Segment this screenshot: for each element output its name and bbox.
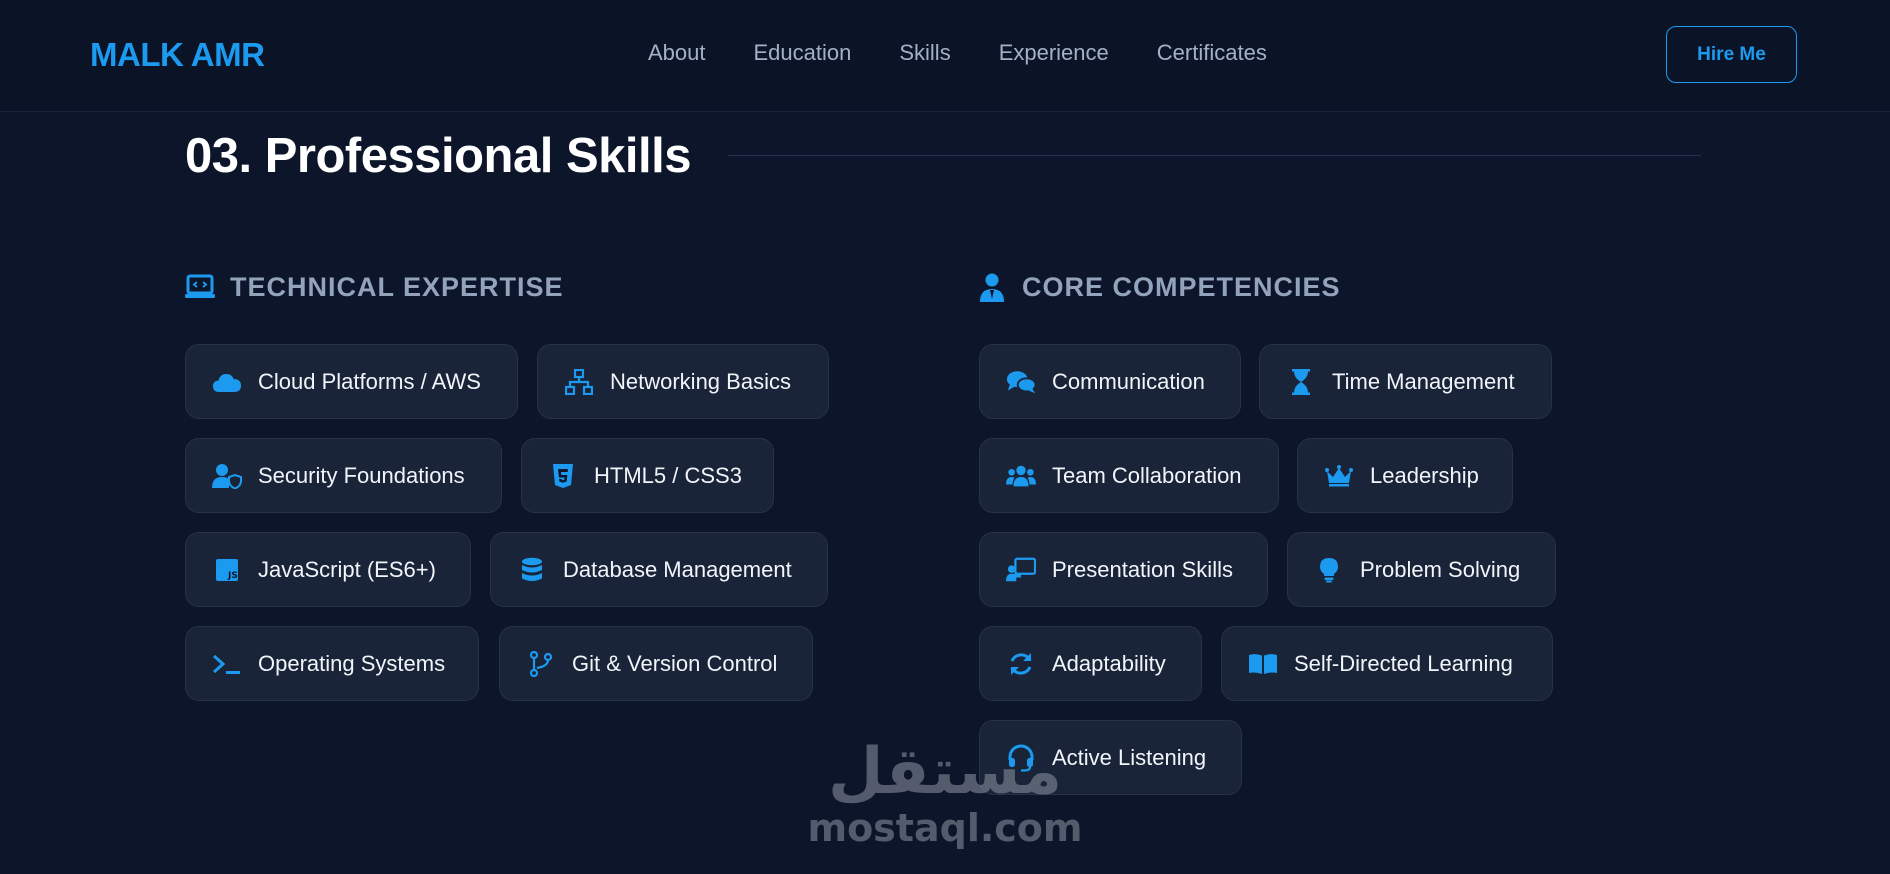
skill-javascript[interactable]: JS JavaScript (ES6+) [185, 532, 471, 607]
lightbulb-icon [1314, 555, 1344, 585]
laptop-code-icon [184, 271, 216, 303]
watermark-latin: mostaql.com [807, 806, 1083, 850]
hourglass-icon [1286, 367, 1316, 397]
js-icon: JS [212, 555, 242, 585]
git-branch-icon [526, 649, 556, 679]
skill-label: Networking Basics [610, 368, 791, 394]
skill-html5-css3[interactable]: HTML5 / CSS3 [521, 438, 774, 513]
sync-icon [1006, 649, 1036, 679]
core-header-label: CORE COMPETENCIES [1022, 271, 1341, 302]
nav-link-about[interactable]: About [648, 40, 706, 66]
html5-icon [548, 461, 578, 491]
nav-link-experience[interactable]: Experience [999, 40, 1109, 66]
skill-leadership[interactable]: Leadership [1297, 438, 1513, 513]
section-title: 03. Professional Skills [185, 129, 691, 183]
network-icon [564, 367, 594, 397]
skill-label: Problem Solving [1360, 556, 1521, 582]
skill-self-directed-learning[interactable]: Self-Directed Learning [1221, 626, 1553, 701]
skill-label: HTML5 / CSS3 [594, 462, 742, 488]
users-icon [1006, 461, 1036, 491]
hire-me-button[interactable]: Hire Me [1666, 26, 1797, 83]
technical-header: TECHNICAL EXPERTISE [184, 270, 564, 304]
skill-git-version-control[interactable]: Git & Version Control [499, 626, 813, 701]
cloud-icon [212, 367, 242, 397]
skill-label: Security Foundations [258, 462, 465, 488]
svg-text:JS: JS [227, 571, 238, 581]
skill-team-collaboration[interactable]: Team Collaboration [979, 438, 1279, 513]
skill-label: Time Management [1332, 368, 1515, 394]
mostaql-watermark: مستقل mostaql.com [807, 735, 1082, 860]
nav-link-skills[interactable]: Skills [899, 40, 950, 66]
skill-communication[interactable]: Communication [979, 344, 1241, 419]
book-open-icon [1248, 649, 1278, 679]
watermark-arabic: مستقل [827, 735, 1063, 809]
presentation-icon [1006, 555, 1036, 585]
logo[interactable]: MALK AMR [90, 36, 265, 74]
skill-label: Operating Systems [258, 650, 446, 676]
skill-time-management[interactable]: Time Management [1259, 344, 1552, 419]
skill-label: Database Management [563, 556, 792, 582]
skill-label: Communication [1052, 368, 1205, 394]
comments-icon [1006, 367, 1036, 397]
nav-link-education[interactable]: Education [754, 40, 852, 66]
skill-security-foundations[interactable]: Security Foundations [185, 438, 502, 513]
skill-label: Active Listening [1052, 744, 1207, 770]
technical-header-label: TECHNICAL EXPERTISE [230, 271, 564, 302]
skill-label: JavaScript (ES6+) [258, 556, 436, 582]
skill-label: Team Collaboration [1052, 462, 1242, 488]
skill-label: Cloud Platforms / AWS [258, 368, 481, 394]
skill-label: Presentation Skills [1052, 556, 1233, 582]
navbar: MALK AMR About Education Skills Experien… [0, 0, 1890, 112]
skill-operating-systems[interactable]: Operating Systems [185, 626, 479, 701]
nav-link-certificates[interactable]: Certificates [1157, 40, 1267, 66]
user-shield-icon [212, 461, 242, 491]
skill-adaptability[interactable]: Adaptability [979, 626, 1202, 701]
skill-label: Leadership [1370, 462, 1479, 488]
section-divider [728, 155, 1701, 156]
user-tie-icon [976, 271, 1008, 303]
skill-networking-basics[interactable]: Networking Basics [537, 344, 829, 419]
skill-database-management[interactable]: Database Management [490, 532, 828, 607]
skill-label: Adaptability [1052, 650, 1166, 676]
skill-problem-solving[interactable]: Problem Solving [1287, 532, 1556, 607]
crown-icon [1324, 461, 1354, 491]
skill-label: Self-Directed Learning [1294, 650, 1513, 676]
database-icon [517, 555, 547, 585]
terminal-icon [212, 649, 242, 679]
core-header: CORE COMPETENCIES [976, 270, 1341, 304]
skill-label: Git & Version Control [572, 650, 778, 676]
skill-presentation-skills[interactable]: Presentation Skills [979, 532, 1268, 607]
skill-cloud-platforms[interactable]: Cloud Platforms / AWS [185, 344, 518, 419]
nav-links: About Education Skills Experience Certif… [648, 40, 1267, 66]
